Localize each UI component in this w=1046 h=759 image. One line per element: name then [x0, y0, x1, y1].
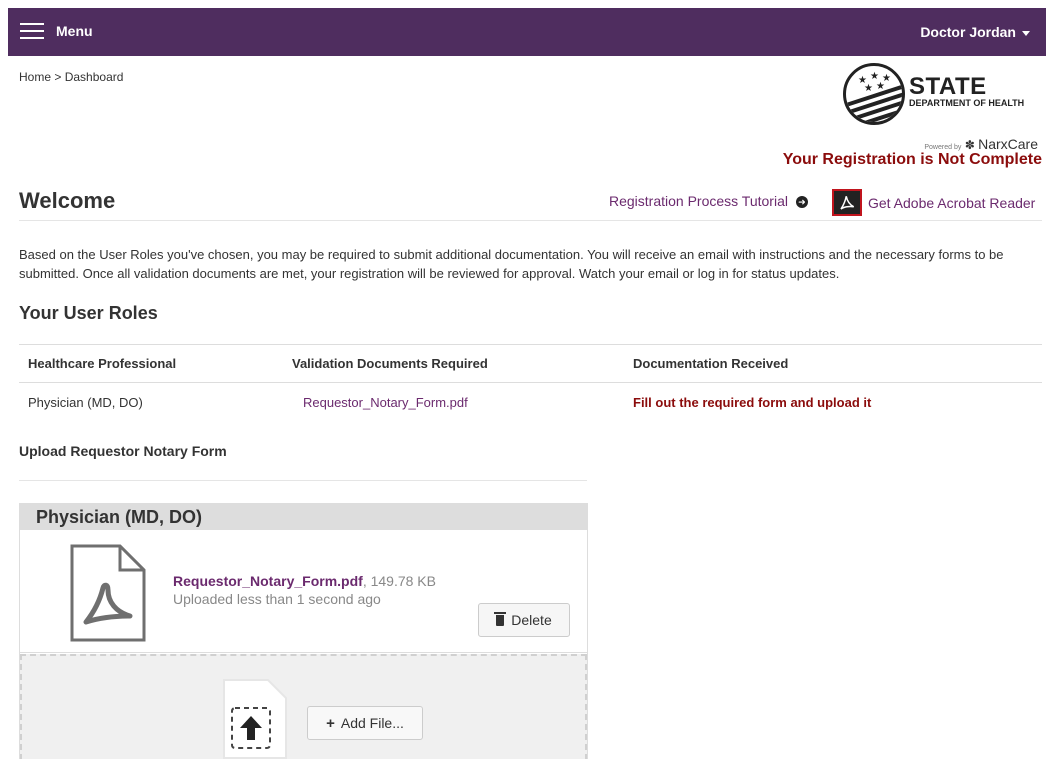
acrobat-label: Get Adobe Acrobat Reader — [868, 194, 1036, 211]
adobe-acrobat-link[interactable]: Get Adobe Acrobat Reader — [832, 189, 1035, 216]
column-header: Documentation Received — [624, 344, 1042, 383]
add-file-label: Add File... — [340, 715, 404, 731]
delete-label: Delete — [511, 612, 552, 628]
status-cell: Fill out the required form and upload it — [633, 395, 872, 410]
add-file-button[interactable]: + Add File... — [307, 706, 423, 740]
upload-panel-title: Physician (MD, DO) — [20, 504, 587, 530]
powered-by-label: Powered by — [924, 144, 962, 151]
file-info: Requestor_Notary_Form.pdf, 149.78 KB Upl… — [173, 572, 443, 608]
column-header: Healthcare Professional — [19, 344, 283, 383]
file-drop-zone[interactable]: + Add File... — [20, 654, 587, 759]
table-row: Physician (MD, DO) Requestor_Notary_Form… — [19, 383, 1042, 423]
caret-down-icon — [1022, 30, 1030, 36]
table-header-row: Healthcare Professional Validation Docum… — [19, 344, 1042, 383]
breadcrumb-current: Dashboard — [64, 70, 124, 84]
breadcrumb-separator: > — [51, 70, 65, 84]
user-menu-dropdown[interactable]: Doctor Jordan — [920, 24, 1030, 40]
narxcare-brand: NarxCare — [978, 136, 1038, 152]
logo-state-text: STATE — [909, 73, 987, 100]
menu-label: Menu — [56, 22, 93, 39]
tutorial-label: Registration Process Tutorial — [609, 193, 788, 209]
breadcrumb: Home > Dashboard — [19, 70, 123, 84]
user-roles-heading: Your User Roles — [19, 303, 158, 323]
upload-timestamp: Uploaded less than 1 second ago — [173, 591, 381, 607]
upload-heading: Upload Requestor Notary Form — [19, 443, 227, 459]
state-seal-icon: ★ ★ ★ ★ ★ — [843, 63, 905, 125]
top-navbar: Menu Doctor Jordan — [8, 8, 1046, 56]
divider — [19, 480, 587, 481]
narxcare-icon: ✽ — [964, 138, 975, 152]
pdf-file-icon — [70, 544, 146, 645]
adobe-acrobat-icon — [832, 189, 862, 216]
state-health-logo: ★ ★ ★ ★ ★ STATE DEPARTMENT OF HEALTH — [843, 63, 1045, 125]
plus-icon: + — [326, 714, 335, 732]
file-size: , 149.78 KB — [362, 573, 436, 589]
user-roles-table: Healthcare Professional Validation Docum… — [19, 344, 1042, 422]
page-title: Welcome — [19, 188, 116, 213]
file-name-link[interactable]: Requestor_Notary_Form.pdf — [173, 573, 363, 589]
hamburger-icon — [20, 22, 44, 39]
trash-icon — [494, 611, 507, 626]
role-cell: Physician (MD, DO) — [28, 395, 143, 410]
powered-by-narxcare: Powered by ✽ NarxCare — [924, 136, 1038, 152]
logo-department-text: DEPARTMENT OF HEALTH — [909, 98, 1025, 108]
upload-panel: Physician (MD, DO) Requestor_Notary_Form… — [19, 503, 588, 759]
document-link[interactable]: Requestor_Notary_Form.pdf — [283, 383, 624, 423]
registration-tutorial-link[interactable]: Registration Process Tutorial ➜ — [609, 193, 808, 209]
upload-file-icon — [220, 676, 290, 759]
column-header: Validation Documents Required — [283, 344, 624, 383]
breadcrumb-home-link[interactable]: Home — [19, 70, 51, 84]
intro-paragraph: Based on the User Roles you've chosen, y… — [19, 247, 1004, 281]
menu-button[interactable]: Menu — [20, 22, 93, 39]
user-name: Doctor Jordan — [920, 24, 1016, 40]
delete-file-button[interactable]: Delete — [478, 603, 570, 637]
arrow-circle-right-icon: ➜ — [795, 196, 808, 209]
divider — [19, 220, 1042, 221]
registration-status-warning: Your Registration is Not Complete — [782, 151, 1042, 168]
uploaded-file-row: Requestor_Notary_Form.pdf, 149.78 KB Upl… — [20, 530, 587, 653]
